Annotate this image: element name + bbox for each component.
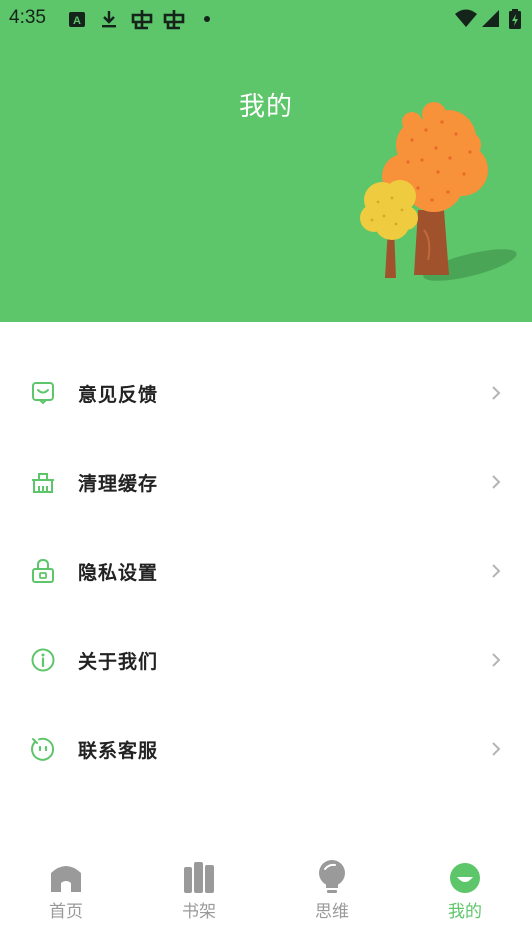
chevron-right-icon bbox=[492, 742, 501, 756]
status-bar: 4:35 A bbox=[0, 0, 532, 38]
bug-icon bbox=[163, 10, 185, 30]
cellular-signal-icon bbox=[482, 10, 499, 27]
bottom-navigation: 首页 书架 思维 我的 bbox=[0, 845, 532, 947]
menu-item-privacy[interactable]: 隐私设置 bbox=[0, 526, 532, 615]
bookshelf-icon bbox=[184, 862, 214, 893]
nav-label: 我的 bbox=[448, 902, 482, 922]
svg-text:A: A bbox=[73, 15, 81, 27]
menu-item-clean-cache[interactable]: 清理缓存 bbox=[0, 437, 532, 526]
wifi-icon bbox=[455, 9, 477, 27]
menu-item-label: 关于我们 bbox=[78, 651, 159, 673]
battery-icon bbox=[509, 9, 521, 29]
chevron-right-icon bbox=[492, 475, 501, 489]
nav-label: 首页 bbox=[49, 902, 83, 922]
lightbulb-icon bbox=[319, 860, 345, 893]
chevron-right-icon bbox=[492, 653, 501, 667]
dot-icon bbox=[204, 16, 210, 22]
clean-cache-icon bbox=[32, 473, 54, 493]
menu-item-label: 意见反馈 bbox=[78, 384, 159, 406]
feedback-icon bbox=[32, 382, 54, 405]
bug-icon bbox=[131, 10, 153, 30]
status-time: 4:35 bbox=[9, 7, 46, 28]
profile-header: 4:35 A 我的 bbox=[0, 0, 532, 322]
download-icon bbox=[102, 11, 116, 28]
customer-service-icon bbox=[31, 737, 55, 761]
menu-item-label: 清理缓存 bbox=[78, 473, 159, 495]
nav-item-thinking[interactable]: 思维 bbox=[282, 859, 382, 929]
nav-item-home[interactable]: 首页 bbox=[16, 859, 116, 929]
settings-menu: 意见反馈 清理缓存 隐私设置 关于我们 联系客服 bbox=[0, 348, 532, 793]
nav-label: 书架 bbox=[182, 902, 216, 922]
info-icon bbox=[31, 648, 55, 672]
menu-item-label: 隐私设置 bbox=[78, 562, 159, 584]
home-icon bbox=[51, 866, 81, 892]
profile-screen: 4:35 A 我的 意见反馈 清理缓存 隐私设置 关于我们 联系客服 首页 书架… bbox=[0, 0, 532, 947]
profile-icon bbox=[450, 863, 480, 893]
menu-item-about-us[interactable]: 关于我们 bbox=[0, 615, 532, 704]
tree-illustration bbox=[360, 102, 517, 281]
menu-item-feedback[interactable]: 意见反馈 bbox=[0, 348, 532, 437]
a-notification-icon: A bbox=[69, 12, 85, 27]
nav-item-bookshelf[interactable]: 书架 bbox=[149, 859, 249, 929]
chevron-right-icon bbox=[492, 564, 501, 578]
nav-item-profile[interactable]: 我的 bbox=[415, 859, 515, 929]
menu-item-label: 联系客服 bbox=[78, 740, 159, 762]
menu-item-customer-service[interactable]: 联系客服 bbox=[0, 704, 532, 793]
nav-label: 思维 bbox=[315, 902, 349, 922]
chevron-right-icon bbox=[492, 386, 501, 400]
lock-icon bbox=[32, 558, 54, 583]
